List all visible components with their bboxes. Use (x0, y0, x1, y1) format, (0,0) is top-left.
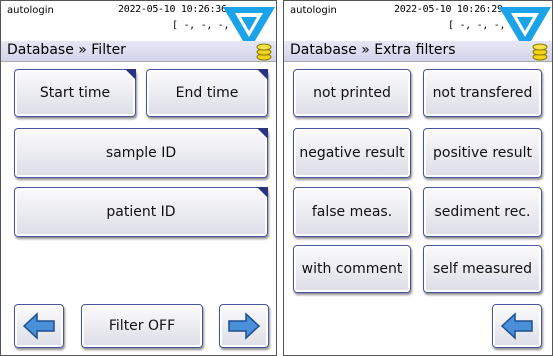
corner-marker (257, 128, 268, 139)
user-label: autologin (7, 5, 54, 16)
with-comment-button[interactable]: with comment (293, 245, 411, 293)
left-arrow-icon (500, 312, 533, 340)
start-time-label: Start time (39, 85, 111, 101)
negative-result-label: negative result (299, 145, 405, 161)
back-button[interactable] (14, 304, 64, 348)
extra-filters-screen: autologin 2022-05-10 10:26:29 [ -, -, -,… (283, 0, 553, 356)
sediment-rec-label: sediment rec. (434, 204, 531, 220)
false-meas-label: false meas. (311, 204, 393, 220)
back-button[interactable] (492, 304, 542, 348)
user-label: autologin (290, 5, 337, 16)
left-arrow-icon (22, 312, 55, 340)
filter-screen: autologin 2022-05-10 10:26:36 [ -, -, -,… (0, 0, 277, 356)
title-bar: Database » Extra filters (284, 41, 552, 62)
self-measured-label: self measured (432, 261, 533, 277)
status-bar: autologin 2022-05-10 10:26:36 [ -, -, -,… (1, 1, 276, 51)
with-comment-label: with comment (301, 261, 403, 277)
forward-button[interactable] (219, 304, 269, 348)
corner-marker (257, 187, 268, 198)
datetime-label: 2022-05-10 10:26:36 (118, 4, 227, 15)
patient-id-label: patient ID (106, 204, 176, 220)
database-icon[interactable] (256, 42, 272, 61)
positive-result-button[interactable]: positive result (423, 128, 542, 178)
negative-result-button[interactable]: negative result (293, 128, 411, 178)
sample-id-button[interactable]: sample ID (14, 128, 268, 178)
end-time-label: End time (175, 85, 239, 101)
page-title: Database » Extra filters (290, 42, 456, 58)
not-printed-button[interactable]: not printed (293, 69, 411, 117)
filter-off-label: Filter OFF (108, 318, 176, 334)
positive-result-label: positive result (433, 145, 532, 161)
sample-id-label: sample ID (105, 145, 177, 161)
start-time-button[interactable]: Start time (14, 69, 136, 117)
page-title: Database » Filter (7, 42, 126, 58)
self-measured-button[interactable]: self measured (423, 245, 542, 293)
right-arrow-icon (228, 312, 261, 340)
corner-marker (125, 69, 136, 80)
end-time-button[interactable]: End time (146, 69, 268, 117)
sediment-rec-button[interactable]: sediment rec. (423, 187, 542, 237)
database-icon[interactable] (532, 42, 548, 61)
datetime-label: 2022-05-10 10:26:29 (394, 4, 503, 15)
status-bar: autologin 2022-05-10 10:26:29 [ -, -, -,… (284, 1, 552, 51)
not-transfered-label: not transfered (432, 85, 533, 101)
patient-id-button[interactable]: patient ID (14, 187, 268, 237)
corner-marker (257, 69, 268, 80)
not-printed-label: not printed (313, 85, 391, 101)
false-meas-button[interactable]: false meas. (293, 187, 411, 237)
filter-off-button[interactable]: Filter OFF (81, 304, 203, 348)
title-bar: Database » Filter (1, 41, 276, 62)
not-transfered-button[interactable]: not transfered (423, 69, 542, 117)
